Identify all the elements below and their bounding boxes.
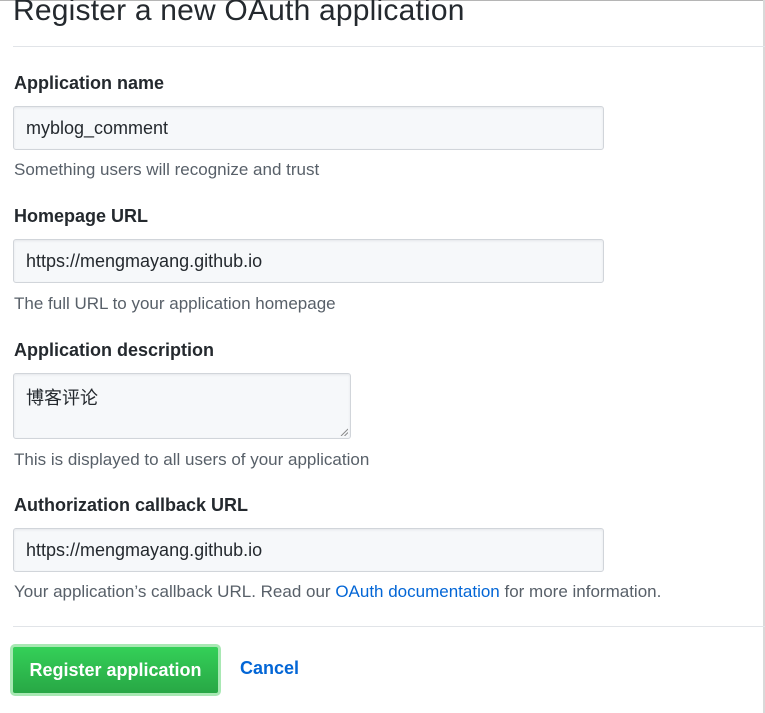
application-name-input[interactable]: myblog_comment bbox=[13, 106, 604, 150]
title-divider bbox=[13, 46, 765, 47]
register-application-button[interactable]: Register application bbox=[10, 644, 221, 696]
application-description-textarea[interactable]: 博客评论 bbox=[13, 373, 351, 439]
homepage-url-input[interactable]: https://mengmayang.github.io bbox=[13, 239, 604, 283]
homepage-url-label: Homepage URL bbox=[14, 206, 149, 226]
homepage-url-note: The full URL to your application homepag… bbox=[14, 294, 336, 313]
callback-url-note-before: Your application’s callback URL. Read ou… bbox=[14, 582, 336, 601]
field-application-name: Application name myblog_comment Somethin… bbox=[13, 73, 604, 179]
page-title: Register a new OAuth application bbox=[13, 0, 465, 27]
form-actions-divider bbox=[13, 626, 765, 627]
callback-url-label: Authorization callback URL bbox=[14, 495, 249, 515]
resize-grip-icon[interactable] bbox=[340, 428, 348, 436]
field-homepage-url: Homepage URL https://mengmayang.github.i… bbox=[13, 206, 604, 313]
register-application-label: Register application bbox=[29, 660, 202, 680]
application-name-label: Application name bbox=[14, 73, 165, 93]
callback-url-note: Your application’s callback URL. Read ou… bbox=[14, 582, 661, 602]
application-description-label: Application description bbox=[14, 340, 215, 360]
field-application-description: Application description 博客评论 This is dis… bbox=[13, 340, 369, 469]
field-callback-url: Authorization callback URL https://mengm… bbox=[13, 495, 661, 601]
cancel-link[interactable]: Cancel bbox=[240, 658, 299, 679]
application-description-value: 博客评论 bbox=[26, 388, 98, 408]
oauth-register-page: Register a new OAuth application Applica… bbox=[0, 0, 765, 713]
callback-url-note-after: for more information. bbox=[499, 582, 662, 601]
application-name-note: Something users will recognize and trust bbox=[14, 160, 320, 179]
callback-url-input[interactable]: https://mengmayang.github.io bbox=[13, 528, 604, 572]
oauth-documentation-link[interactable]: OAuth documentation bbox=[335, 582, 499, 601]
application-description-note: This is displayed to all users of your a… bbox=[14, 450, 370, 469]
